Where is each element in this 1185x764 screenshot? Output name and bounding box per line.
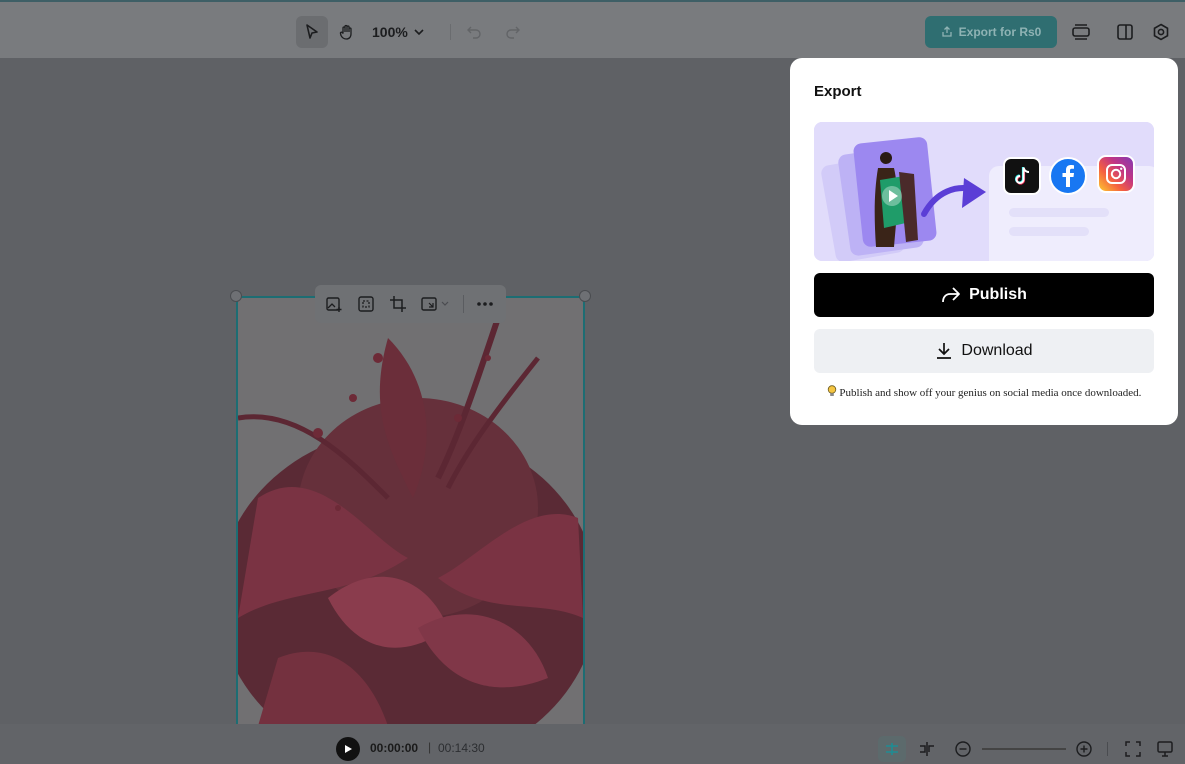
time-separator: |	[428, 740, 432, 754]
focus-button[interactable]	[355, 293, 377, 315]
split-button[interactable]	[915, 738, 939, 760]
split-icon	[920, 742, 934, 756]
divider	[463, 295, 464, 313]
selected-image-frame[interactable]	[236, 296, 585, 728]
download-icon	[937, 343, 952, 359]
redo-icon	[506, 26, 520, 39]
facebook-icon	[1049, 157, 1087, 195]
export-top-button[interactable]: Export for Rs0	[925, 16, 1057, 48]
focus-frame-icon	[358, 296, 374, 312]
export-panel: Export Publish Download Publish and show…	[790, 58, 1178, 425]
export-panel-title: Export	[814, 83, 862, 100]
select-pointer-icon	[306, 24, 318, 39]
replace-image-button[interactable]	[323, 293, 345, 315]
resize-handle-top-left[interactable]	[230, 290, 242, 302]
top-toolbar: 100% Export for Rs0	[0, 0, 1185, 58]
zoom-in-icon	[1076, 741, 1092, 757]
zoom-in-button[interactable]	[1072, 738, 1096, 760]
fullscreen-button[interactable]	[1121, 738, 1145, 760]
divider	[1107, 742, 1108, 756]
image-add-icon	[326, 297, 342, 312]
play-icon	[345, 745, 352, 753]
instagram-icon	[1097, 155, 1135, 193]
share-arrow-icon	[942, 287, 961, 303]
divider	[450, 24, 451, 40]
hand-icon	[339, 24, 352, 40]
zoom-dropdown[interactable]: 100%	[372, 16, 424, 48]
crop-icon	[390, 296, 406, 312]
more-horizontal-icon	[477, 302, 493, 306]
more-options-button[interactable]	[474, 293, 496, 315]
settings-icon	[1153, 23, 1169, 41]
publish-label: Publish	[969, 286, 1027, 303]
export-tip: Publish and show off your genius on soci…	[814, 385, 1154, 399]
undo-button[interactable]	[458, 16, 490, 48]
export-top-label: Export for Rs0	[958, 25, 1042, 39]
zoom-out-button[interactable]	[951, 738, 975, 760]
export-tip-text: Publish and show off your genius on soci…	[839, 387, 1142, 399]
publish-button[interactable]: Publish	[814, 273, 1154, 317]
undo-icon	[467, 26, 481, 39]
chevron-down-icon	[414, 29, 424, 36]
play-button[interactable]	[336, 737, 360, 761]
lightbulb-icon	[827, 385, 836, 396]
hand-tool-button[interactable]	[331, 16, 363, 48]
panel-toggle-icon	[1117, 24, 1133, 40]
tiktok-icon	[1003, 157, 1041, 195]
download-button[interactable]: Download	[814, 329, 1154, 373]
redo-button[interactable]	[497, 16, 529, 48]
total-time: 00:14:30	[438, 741, 485, 755]
replace-dropdown-button[interactable]	[419, 293, 453, 315]
share-icon	[942, 26, 952, 37]
export-banner-illustration	[814, 122, 1154, 261]
snap-toggle-button[interactable]	[878, 736, 906, 762]
panel-toggle-button[interactable]	[1109, 16, 1141, 48]
timeline-zoom-slider[interactable]	[982, 748, 1066, 750]
current-time: 00:00:00	[370, 741, 419, 755]
image-swap-icon	[421, 297, 449, 311]
zoom-out-icon	[955, 741, 971, 757]
settings-button[interactable]	[1145, 16, 1177, 48]
layers-icon	[1072, 24, 1090, 40]
select-tool-button[interactable]	[296, 16, 328, 48]
image-floating-toolbar	[315, 285, 506, 323]
flower-image	[238, 298, 583, 726]
presentation-button[interactable]	[1153, 738, 1177, 760]
zoom-value: 100%	[372, 24, 408, 40]
fullscreen-icon	[1125, 741, 1141, 757]
bottom-playback-bar	[0, 724, 1185, 764]
resize-handle-top-right[interactable]	[579, 290, 591, 302]
layers-button[interactable]	[1065, 16, 1097, 48]
download-label: Download	[961, 342, 1033, 359]
crop-button[interactable]	[387, 293, 409, 315]
presentation-icon	[1157, 741, 1173, 757]
magnet-icon	[886, 743, 898, 755]
